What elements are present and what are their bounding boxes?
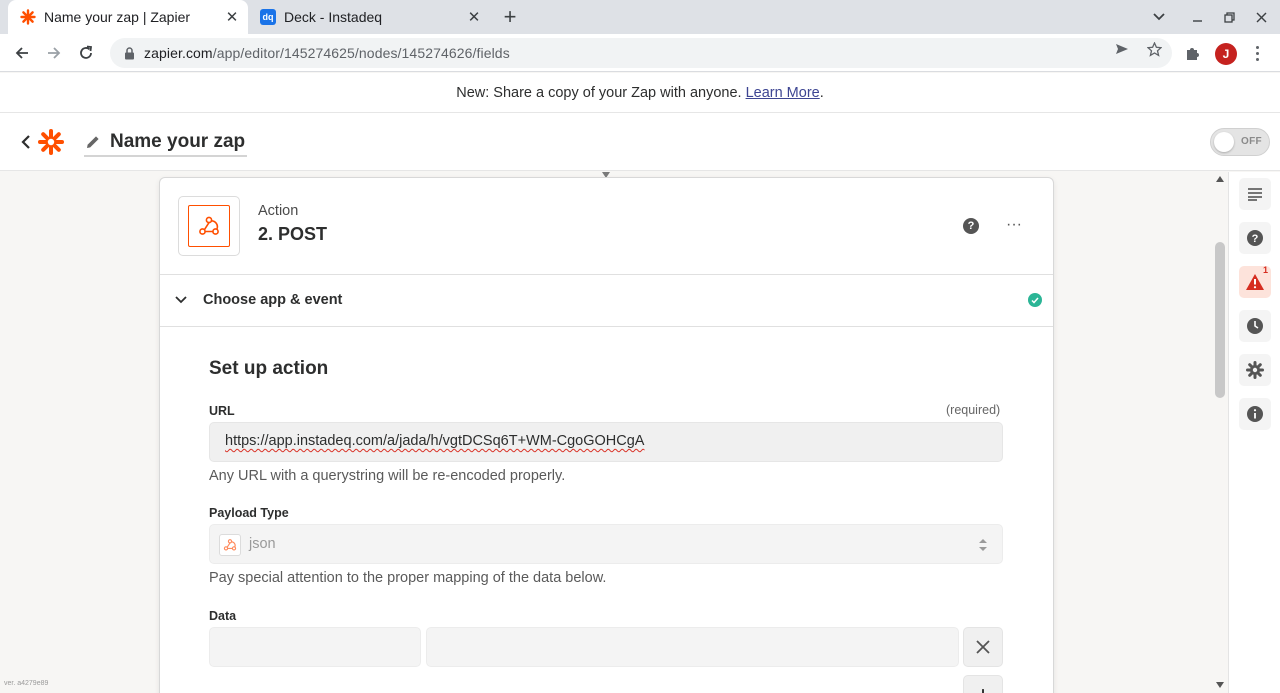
settings-button[interactable]	[1239, 354, 1271, 386]
step-header: Action 2. POST ? ···	[160, 178, 1053, 275]
select-arrows-icon	[977, 536, 989, 554]
pencil-icon	[84, 133, 102, 151]
forward-arrow-icon[interactable]	[42, 41, 66, 65]
details-icon	[1248, 188, 1262, 201]
restore-icon[interactable]	[1218, 6, 1240, 28]
banner-suffix: .	[819, 84, 824, 101]
info-icon	[1247, 406, 1263, 422]
toggle-label: OFF	[1241, 136, 1262, 147]
history-button[interactable]	[1239, 310, 1271, 342]
learn-more-link[interactable]: Learn More	[746, 85, 820, 101]
section-title: Choose app & event	[203, 292, 343, 308]
payload-type-select[interactable]: json	[209, 524, 1003, 564]
alerts-button[interactable]: 1	[1239, 265, 1271, 298]
url-help-text: Any URL with a querystring will be re-en…	[209, 468, 566, 484]
url-host: zapier.com	[144, 45, 213, 61]
new-tab-icon[interactable]: +	[498, 4, 522, 29]
reload-icon[interactable]	[74, 41, 98, 65]
help-button[interactable]: ?	[1239, 222, 1271, 254]
zap-on-off-toggle[interactable]: OFF	[1210, 128, 1270, 156]
bookmark-star-icon[interactable]	[1146, 41, 1162, 57]
editor-header: Name your zap OFF	[0, 113, 1280, 171]
browser-toolbar: zapier.com/app/editor/145274625/nodes/14…	[0, 34, 1280, 72]
step-title: 2. POST	[258, 224, 328, 244]
browser-menu-icon[interactable]	[1249, 43, 1265, 63]
back-arrow-icon[interactable]	[10, 41, 34, 65]
close-tab-icon[interactable]: ✕	[222, 7, 242, 27]
close-icon	[976, 640, 990, 654]
details-button[interactable]	[1239, 178, 1271, 210]
url-text: zapier.com/app/editor/145274625/nodes/14…	[144, 45, 510, 61]
scroll-up-arrow-icon[interactable]	[1216, 176, 1224, 182]
instadeq-favicon-icon: dq	[260, 9, 276, 25]
data-label: Data	[209, 609, 237, 623]
url-input[interactable]: https://app.instadeq.com/a/jada/h/vgtDCS…	[209, 422, 1003, 462]
lock-icon[interactable]	[122, 46, 136, 60]
right-sidebar: ? 1	[1228, 172, 1280, 693]
close-tab-icon[interactable]: ✕	[464, 7, 484, 27]
address-bar[interactable]: zapier.com/app/editor/145274625/nodes/14…	[110, 38, 1172, 68]
tab-zapier[interactable]: Name your zap | Zapier ✕	[8, 0, 248, 34]
tab-title: Name your zap | Zapier	[44, 9, 191, 25]
editor-canvas: Action 2. POST ? ··· Choose app & event …	[0, 172, 1228, 693]
zap-name-editor[interactable]: Name your zap	[84, 129, 248, 157]
scroll-down-arrow-icon[interactable]	[1216, 682, 1224, 688]
minimize-icon[interactable]	[1186, 6, 1208, 28]
version-text: ver. a4279e89	[4, 680, 49, 687]
toggle-knob	[1214, 132, 1234, 152]
url-input-value: https://app.instadeq.com/a/jada/h/vgtDCS…	[225, 433, 645, 449]
warning-icon	[1246, 274, 1264, 290]
tab-search-chevron-icon[interactable]	[1148, 6, 1170, 28]
alert-count-badge: 1	[1263, 265, 1269, 275]
settings-icon	[1246, 361, 1264, 379]
data-value-input[interactable]	[426, 627, 959, 667]
scroll-thumb[interactable]	[1215, 242, 1225, 398]
add-row-button[interactable]: +	[963, 675, 1003, 693]
close-window-icon[interactable]	[1250, 6, 1272, 28]
help-icon: ?	[1247, 230, 1263, 246]
svg-text:?: ?	[1252, 233, 1259, 245]
chevron-down-icon	[174, 293, 188, 307]
webhook-app-icon	[178, 196, 240, 256]
url-path: /app/editor/145274625/nodes/145274626/fi…	[212, 45, 510, 61]
step-card: Action 2. POST ? ··· Choose app & event …	[159, 177, 1054, 693]
required-indicator: (required)	[946, 403, 1001, 417]
checkmark-icon	[1028, 293, 1042, 307]
browser-tab-bar: Name your zap | Zapier ✕ dq Deck - Insta…	[0, 0, 1280, 34]
data-key-input[interactable]	[209, 627, 421, 667]
extensions-puzzle-icon[interactable]	[1184, 44, 1202, 62]
payload-type-value: json	[249, 536, 276, 552]
webhook-small-icon	[219, 534, 241, 556]
back-chevron-icon[interactable]	[18, 133, 34, 151]
send-icon[interactable]	[1114, 41, 1130, 57]
banner-text: New: Share a copy of your Zap with anyon…	[456, 84, 742, 101]
payload-type-label: Payload Type	[209, 506, 289, 520]
history-icon	[1247, 318, 1263, 334]
zap-name: Name your zap	[110, 131, 246, 152]
more-options-icon[interactable]: ···	[1005, 216, 1023, 234]
zapier-favicon-icon	[20, 9, 36, 25]
zapier-logo-icon[interactable]	[38, 129, 64, 155]
choose-app-section[interactable]: Choose app & event	[160, 275, 1053, 327]
payload-help-text: Pay special attention to the proper mapp…	[209, 570, 607, 586]
profile-avatar[interactable]: J	[1215, 43, 1237, 65]
setup-action-title: Set up action	[209, 358, 329, 379]
tab-instadeq[interactable]: dq Deck - Instadeq ✕	[250, 0, 490, 34]
info-button[interactable]	[1239, 398, 1271, 430]
tab-title: Deck - Instadeq	[284, 9, 383, 25]
announcement-banner: New: Share a copy of your Zap with anyon…	[0, 73, 1280, 113]
question-circle-icon[interactable]: ?	[963, 218, 979, 234]
step-kind: Action	[258, 203, 299, 219]
url-label: URL	[209, 404, 235, 418]
canvas-scrollbar[interactable]	[1212, 172, 1228, 693]
remove-row-button[interactable]	[963, 627, 1003, 667]
